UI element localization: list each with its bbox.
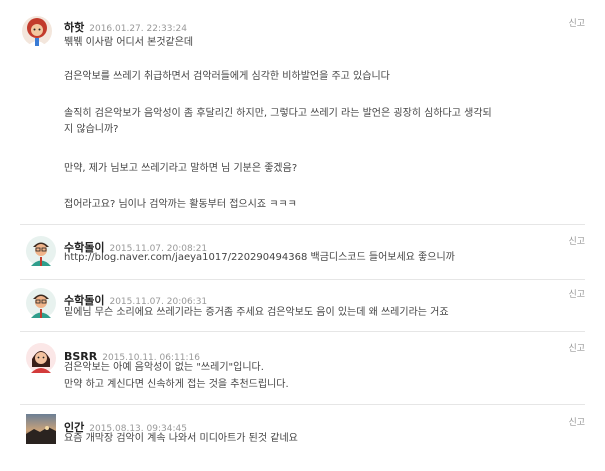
divider [20, 279, 585, 280]
comment-line: 솔직히 검은악보가 음악성이 좀 후달리긴 하지만, 그렇다고 쓰레기 라는 발… [64, 108, 492, 119]
comment-header: 하핫 2016.01.27. 22:33:24 [64, 16, 187, 35]
comment-line: 검은악보를 쓰레기 취급하면서 검악러들에게 심각한 비하발언을 주고 있습니다 [64, 71, 390, 82]
avatar[interactable] [22, 16, 52, 46]
avatar[interactable] [26, 288, 56, 318]
report-button[interactable]: 신고 [568, 415, 585, 428]
comment-item: 수학돌이 2015.11.07. 20:08:21 신고 http://blog.… [0, 230, 605, 282]
comment-line: 접어라고요? 님이나 검악까는 활동부터 접으시죠 ㅋㅋㅋ [64, 199, 297, 210]
comment-item: 인간 2015.08.13. 09:34:45 신고 요즘 개막장 검악이 계속 … [0, 406, 605, 466]
comment-line: 붺붺 이사람 어디서 본것같은데 [64, 37, 194, 48]
avatar[interactable] [26, 414, 56, 444]
divider [20, 404, 585, 405]
comment-line: 지 않습니까? [64, 124, 119, 135]
comment-item: 하핫 2016.01.27. 22:33:24 신고 붺붺 이사람 어디서 본것같… [0, 0, 605, 230]
comment-item: BSRR 2015.10.11. 06:11:16 신고 검은악보는 아예 음악성… [0, 335, 605, 403]
comment-item: 수학돌이 2015.11.07. 20:06:31 신고 밑에님 무슨 소리에요 … [0, 282, 605, 335]
comment-line: 만약, 제가 님보고 쓰레기라고 말하면 님 기분은 좋겠음? [64, 163, 298, 174]
report-button[interactable]: 신고 [568, 287, 585, 300]
comment-line: 요즘 개막장 검악이 계속 나와서 미디아트가 된것 같네요 [64, 433, 298, 444]
divider [20, 331, 585, 332]
comment-line: 만약 하고 계신다면 신속하게 접는 것을 추천드립니다. [64, 379, 289, 390]
avatar[interactable] [26, 343, 56, 373]
divider [20, 224, 585, 225]
report-button[interactable]: 신고 [568, 341, 585, 354]
report-button[interactable]: 신고 [568, 234, 585, 247]
comment-line: 검은악보는 아예 음악성이 없는 "쓰레기"입니다. [64, 362, 264, 373]
comment-line-link[interactable]: http://blog.naver.com/jaeya1017/22029049… [64, 251, 455, 265]
comment-line: 밑에님 무슨 소리에요 쓰레기라는 증거좀 주세요 검은악보도 음이 있는데 왜… [64, 307, 449, 318]
comment-date: 2016.01.27. 22:33:24 [89, 24, 187, 34]
report-button[interactable]: 신고 [568, 16, 585, 29]
avatar[interactable] [26, 236, 56, 266]
author-name[interactable]: 하핫 [64, 21, 84, 34]
